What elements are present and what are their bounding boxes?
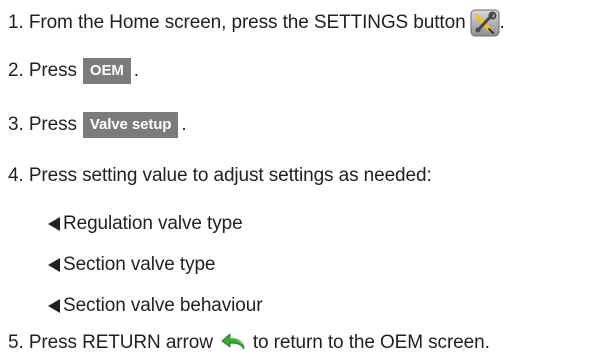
- step-5-text: Press RETURN arrow: [28, 332, 213, 353]
- step-2-end: .: [133, 60, 139, 81]
- step-5-end: to return to the OEM screen.: [252, 332, 490, 353]
- step-2-text: Press: [28, 60, 77, 81]
- step-5-number: 5.: [8, 332, 24, 353]
- left-triangle-icon: [48, 258, 60, 272]
- oem-button[interactable]: OEM: [82, 58, 131, 84]
- step-5: 5. Press RETURN arrow to return to the O…: [8, 329, 490, 357]
- step-2-number: 2.: [8, 60, 24, 81]
- step-1-number: 1.: [8, 12, 24, 33]
- list-item: Section valve behaviour: [48, 292, 263, 320]
- return-arrow-icon[interactable]: [219, 332, 247, 354]
- settings-tools-icon[interactable]: [470, 9, 500, 37]
- step-3-number: 3.: [8, 114, 24, 135]
- left-triangle-icon: [48, 217, 60, 231]
- step-4-text: Press setting value to adjust settings a…: [28, 165, 432, 186]
- list-item: Section valve type: [48, 251, 216, 279]
- valve-setup-button[interactable]: Valve setup: [82, 112, 179, 138]
- step-3-text: Press: [28, 114, 77, 135]
- step-1-end: .: [499, 12, 505, 33]
- step-4: 4. Press setting value to adjust setting…: [8, 162, 432, 190]
- step-3-end: .: [181, 114, 187, 135]
- left-triangle-icon: [48, 299, 60, 313]
- list-item-label: Regulation valve type: [63, 213, 243, 234]
- step-4-number: 4.: [8, 165, 24, 186]
- step-2: 2. Press OEM .: [8, 57, 139, 85]
- list-item-label: Section valve type: [63, 254, 216, 275]
- step-1: 1. From the Home screen, press the SETTI…: [8, 9, 505, 37]
- list-item: Regulation valve type: [48, 210, 243, 238]
- list-item-label: Section valve behaviour: [63, 295, 263, 316]
- step-1-text: From the Home screen, press the SETTINGS…: [28, 12, 466, 33]
- step-3: 3. Press Valve setup.: [8, 111, 187, 139]
